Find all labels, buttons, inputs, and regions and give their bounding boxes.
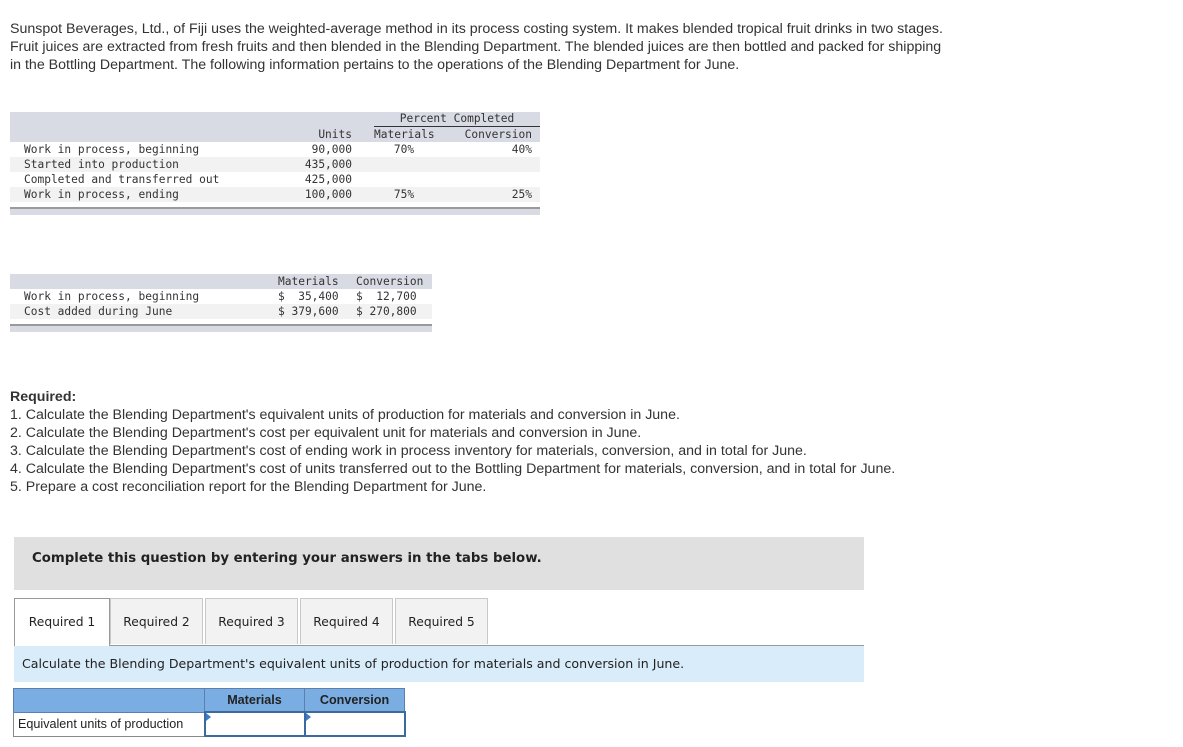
row-label: Work in process, ending bbox=[24, 188, 179, 201]
table-row: Work in process, beginning $ 35,400 $ 12… bbox=[10, 289, 432, 304]
conversion-equivalent-units-input[interactable] bbox=[305, 713, 404, 735]
table-row: Completed and transferred out 425,000 bbox=[10, 172, 540, 187]
table-row: Work in process, ending 100,000 75% 25% bbox=[10, 187, 540, 202]
cost-table: Materials Conversion Work in process, be… bbox=[10, 274, 432, 332]
table-row: Cost added during June $ 379,600 $ 270,8… bbox=[10, 304, 432, 319]
percent-completed-header: Percent Completed bbox=[374, 112, 540, 127]
conversion-header: Conversion bbox=[304, 688, 405, 713]
row-materials-cost: $ 379,600 bbox=[278, 305, 339, 318]
tab-prompt-banner: Calculate the Blending Department's equi… bbox=[14, 646, 864, 682]
required-title: Required: bbox=[10, 389, 77, 405]
required-item: 2. Calculate the Blending Department's c… bbox=[10, 425, 642, 441]
required-item: 5. Prepare a cost reconciliation report … bbox=[10, 479, 487, 495]
answer-table: Materials Conversion Equivalent units of… bbox=[13, 688, 406, 737]
row-units: 435,000 bbox=[304, 158, 352, 171]
units-table-header: Percent Completed Units Materials Conver… bbox=[10, 112, 540, 142]
row-label: Started into production bbox=[24, 158, 179, 171]
conversion-header: Conversion bbox=[464, 128, 532, 141]
row-conversion-cost: $ 270,800 bbox=[356, 305, 417, 318]
instruction-banner: Complete this question by entering your … bbox=[14, 537, 864, 590]
table-row: Started into production 435,000 bbox=[10, 157, 540, 172]
blank-header bbox=[13, 688, 205, 713]
row-conversion-cost: $ 12,700 bbox=[356, 290, 417, 303]
row-label: Cost added during June bbox=[24, 305, 173, 318]
tab-required-1[interactable]: Required 1 bbox=[14, 598, 110, 646]
row-label: Completed and transferred out bbox=[24, 173, 220, 186]
conversion-cell bbox=[303, 711, 406, 737]
problem-intro: Sunspot Beverages, Ltd., of Fiji uses th… bbox=[10, 21, 943, 73]
cost-table-header: Materials Conversion bbox=[10, 274, 432, 289]
tab-required-5[interactable]: Required 5 bbox=[395, 598, 488, 644]
materials-header: Materials bbox=[204, 688, 305, 713]
materials-equivalent-units-input[interactable] bbox=[205, 713, 304, 735]
row-materials-pct: 70% bbox=[393, 143, 415, 156]
required-section: Required: 1. Calculate the Blending Depa… bbox=[10, 388, 940, 496]
materials-header: Materials bbox=[374, 128, 435, 141]
instruction-text: Complete this question by entering your … bbox=[32, 551, 542, 566]
tab-required-4[interactable]: Required 4 bbox=[300, 598, 393, 644]
materials-cell bbox=[203, 711, 306, 737]
answer-header-row: Materials Conversion bbox=[13, 688, 405, 713]
tab-required-2[interactable]: Required 2 bbox=[110, 598, 203, 644]
table-footer-bar bbox=[10, 324, 432, 332]
row-units: 90,000 bbox=[311, 143, 352, 156]
conversion-header: Conversion bbox=[356, 275, 424, 288]
row-units: 100,000 bbox=[304, 188, 352, 201]
units-table: Percent Completed Units Materials Conver… bbox=[10, 112, 540, 215]
tab-required-3[interactable]: Required 3 bbox=[205, 598, 298, 644]
row-label: Equivalent units of production bbox=[13, 711, 205, 737]
required-item: 4. Calculate the Blending Department's c… bbox=[10, 461, 896, 477]
row-conversion-pct: 40% bbox=[511, 143, 532, 156]
units-header: Units bbox=[318, 128, 352, 141]
table-row: Work in process, beginning 90,000 70% 40… bbox=[10, 142, 540, 157]
tab-bar: Required 1 Required 2 Required 3 Require… bbox=[14, 598, 864, 646]
row-label: Work in process, beginning bbox=[24, 143, 200, 156]
row-units: 425,000 bbox=[304, 173, 352, 186]
tab-prompt-text: Calculate the Blending Department's equi… bbox=[22, 656, 685, 671]
row-materials-cost: $ 35,400 bbox=[278, 290, 339, 303]
required-item: 3. Calculate the Blending Department's c… bbox=[10, 443, 807, 459]
row-conversion-pct: 25% bbox=[511, 188, 532, 201]
table-footer-bar bbox=[10, 207, 540, 215]
materials-header: Materials bbox=[278, 275, 339, 288]
required-item: 1. Calculate the Blending Department's e… bbox=[10, 407, 680, 423]
row-materials-pct: 75% bbox=[393, 188, 415, 201]
row-label: Work in process, beginning bbox=[24, 290, 200, 303]
answer-row: Equivalent units of production bbox=[13, 711, 406, 737]
